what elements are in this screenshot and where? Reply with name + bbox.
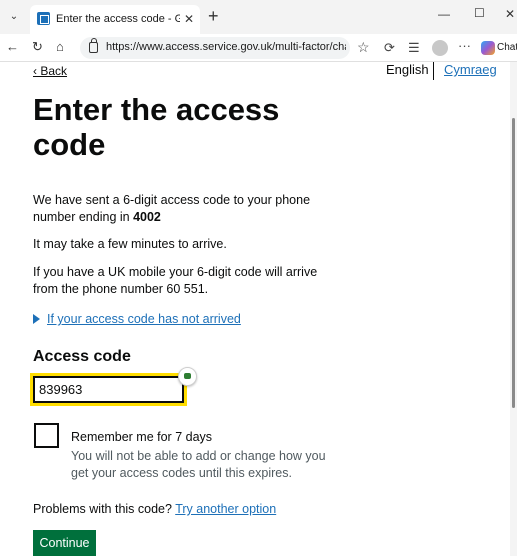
home-icon[interactable]: ⌂ (56, 39, 64, 55)
triangle-right-icon (33, 314, 40, 324)
language-divider (433, 62, 434, 80)
maximize-icon[interactable]: ☐ (474, 6, 485, 20)
browser-tab-bar: ⌄ Enter the access code - Governme ✕ + —… (0, 0, 517, 34)
refresh-icon[interactable]: ↻ (32, 39, 43, 55)
remember-me-hint: You will not be able to add or change ho… (71, 449, 326, 480)
back-link[interactable]: ‹ Back (33, 64, 67, 78)
scrollbar[interactable] (510, 62, 517, 556)
sent-code-text: We have sent a 6-digit access code to yo… (33, 193, 311, 224)
phone-ending: 4002 (133, 210, 161, 224)
extensions-icon[interactable]: ⟳ (384, 40, 395, 56)
page-content: ‹ Back English Cymraeg Enter the access … (0, 62, 517, 556)
close-tab-icon[interactable]: ✕ (184, 12, 194, 26)
access-code-label: Access code (33, 348, 131, 365)
password-manager-icon[interactable] (178, 367, 197, 386)
browser-tab[interactable]: Enter the access code - Governme ✕ (30, 5, 200, 34)
uk-mobile-text: If you have a UK mobile your 6-digit cod… (33, 265, 318, 296)
new-tab-icon[interactable]: + (208, 6, 219, 26)
tab-actions-chevron-icon[interactable]: ⌄ (6, 9, 22, 25)
close-window-icon[interactable]: ✕ (505, 7, 515, 21)
chat-label[interactable]: Chat (497, 42, 517, 53)
tab-title: Enter the access code - Governme (56, 13, 180, 25)
details-summary[interactable]: If your access code has not arrived (33, 312, 241, 326)
wait-text: It may take a few minutes to arrive. (33, 237, 227, 251)
problems-text: Problems with this code? Try another opt… (33, 502, 277, 516)
language-welsh-link[interactable]: Cymraeg (444, 62, 497, 77)
favorite-star-icon[interactable]: ☆ (357, 39, 370, 56)
profile-avatar-icon[interactable] (432, 40, 448, 56)
remember-me-checkbox[interactable] (34, 423, 59, 448)
gov-favicon-icon (37, 12, 50, 25)
minimize-icon[interactable]: — (438, 7, 450, 21)
scrollbar-thumb[interactable] (512, 118, 515, 408)
address-bar: ← ↻ ⌂ https://www.access.service.gov.uk/… (0, 34, 517, 62)
continue-button[interactable]: Continue (33, 530, 96, 556)
more-menu-icon[interactable]: ··· (458, 38, 471, 54)
url-text[interactable]: https://www.access.service.gov.uk/multi-… (106, 41, 346, 53)
copilot-icon[interactable] (481, 41, 495, 55)
page-title: Enter the access code (33, 92, 280, 162)
lock-icon[interactable] (89, 38, 98, 53)
url-field[interactable]: https://www.access.service.gov.uk/multi-… (80, 37, 350, 59)
language-english: English (386, 62, 429, 77)
access-code-input[interactable] (30, 373, 187, 406)
remember-me-label[interactable]: Remember me for 7 days (71, 430, 212, 444)
favorites-icon[interactable]: ☰ (408, 40, 420, 56)
try-another-option-link[interactable]: Try another option (175, 502, 276, 516)
back-arrow-icon[interactable]: ← (6, 39, 19, 55)
